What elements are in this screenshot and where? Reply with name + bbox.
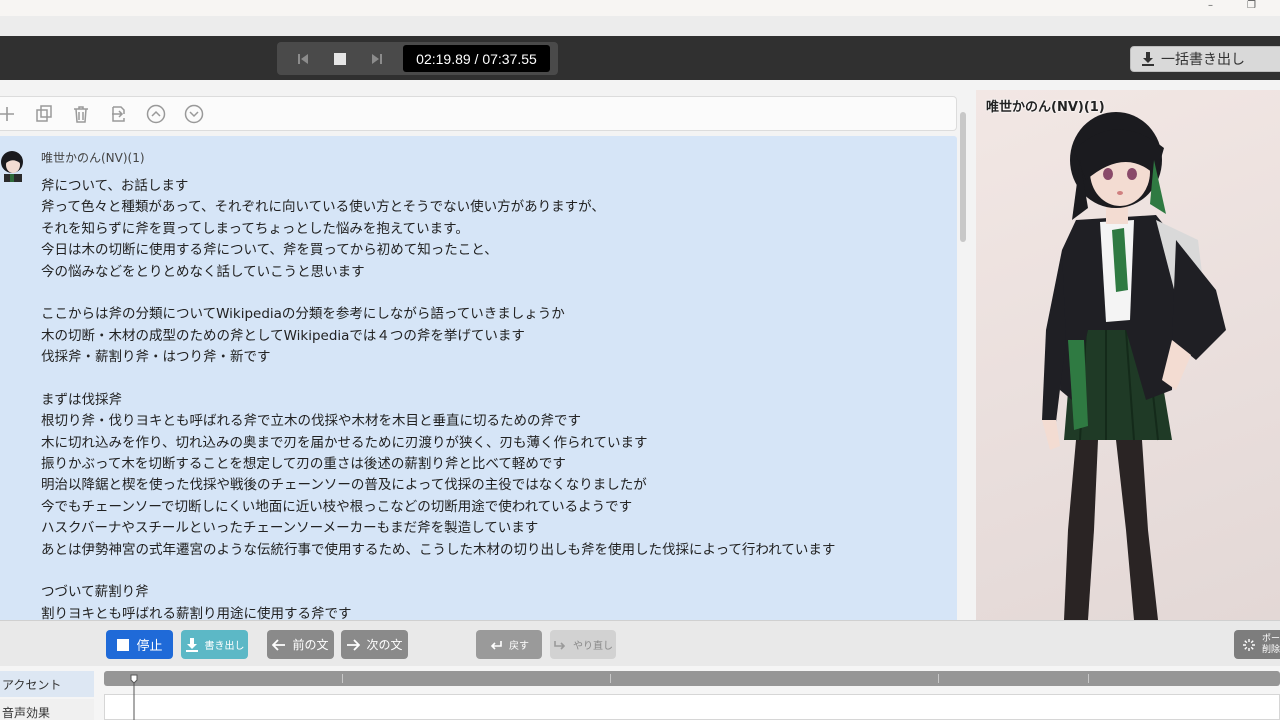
download-icon (185, 637, 198, 652)
minimize-button[interactable]: – (1208, 0, 1213, 11)
pause-delete-button[interactable]: ポー 削除 (1234, 630, 1280, 659)
trash-icon (74, 106, 88, 123)
copy-icon (36, 105, 52, 122)
stop-icon (117, 638, 130, 651)
editor-area: 唯世かのん(NV)(1) 斧について、お話します 斧って色々と種類があって、それぞ… (0, 80, 970, 620)
write-out-button[interactable]: 書き出し (181, 630, 248, 659)
arrow-left-icon (272, 638, 286, 651)
pause-label-line1: ポー (1262, 633, 1280, 644)
export-all-label: 一括書き出し (1161, 52, 1245, 68)
script-line[interactable]: 斧について、お話します (41, 176, 951, 197)
undo-button[interactable]: 戻す (476, 630, 542, 659)
script-lines: 斧について、お話します 斧って色々と種類があって、それぞれに向いている使い方とそう… (41, 176, 951, 620)
editor-scrollbar[interactable] (958, 110, 968, 620)
chevron-up-circle-icon (146, 104, 166, 124)
script-line[interactable]: ここからは斧の分類についてWikipediaの分類を参考にしながら語っていきまし… (41, 304, 951, 325)
script-line[interactable]: 今日は木の切断に使用する斧について、斧を買ってから初めて知ったこと、 (41, 240, 951, 261)
export-all-button[interactable]: 一括書き出し (1130, 46, 1280, 72)
total-time: / 07:37.55 (474, 50, 537, 67)
previous-sentence-label: 前の文 (292, 638, 329, 652)
chevron-down-circle-icon (184, 104, 204, 124)
timeline-tick (1088, 674, 1089, 683)
speaker-name: 唯世かのん(NV)(1) (41, 151, 145, 165)
timeline-tick (938, 674, 939, 683)
transport-controls: 02:19.89 / 07:37.55 (277, 42, 558, 75)
stop-button[interactable] (328, 48, 352, 70)
stop-playback-button[interactable]: 停止 (106, 630, 173, 659)
skip-previous-icon (298, 54, 308, 64)
character-portrait (1042, 112, 1226, 620)
undo-icon (490, 640, 502, 650)
tab-sound-effect[interactable]: 音声効果 (0, 699, 94, 720)
skip-previous-button[interactable] (291, 48, 315, 70)
script-line[interactable]: 明治以降鋸と楔を使った伐採や戦後のチェーンソーの普及によって伐採の主役ではなくな… (41, 475, 951, 496)
timeline-tick (610, 674, 611, 683)
pause-label-line2: 削除 (1262, 644, 1280, 655)
tab-accent[interactable]: アクセント (0, 671, 94, 697)
editor-scroll-thumb[interactable] (960, 112, 966, 242)
replace-icon (112, 106, 125, 122)
previous-sentence-button[interactable]: 前の文 (267, 630, 334, 659)
stop-icon (334, 53, 346, 65)
playback-time: 02:19.89 / 07:37.55 (403, 45, 550, 72)
write-out-label: 書き出し (204, 641, 245, 652)
redo-label: やり直し (573, 641, 613, 652)
move-up-button[interactable] (145, 103, 167, 125)
copy-line-button[interactable] (33, 103, 55, 125)
bottom-toolbar: 停止 書き出し 前の文 次の文 戻す やり直し ポー 削除 (0, 620, 1280, 666)
undo-label: 戻す (509, 641, 529, 652)
redo-button[interactable]: やり直し (550, 630, 616, 659)
character-name: 唯世かのん(NV)(1) (986, 100, 1105, 115)
script-line[interactable]: 木の切断・木材の成型のための斧としてWikipediaでは４つの斧を挙げています (41, 326, 951, 347)
add-line-button[interactable] (0, 103, 18, 125)
script-line[interactable] (41, 283, 951, 304)
editor-icon-bar (0, 96, 957, 131)
speaker-avatar (0, 148, 28, 182)
script-line[interactable]: 斧って色々と種類があって、それぞれに向いている使い方とそうでない使い方があります… (41, 197, 951, 218)
playhead-marker[interactable] (130, 674, 138, 720)
script-line[interactable]: 振りかぶって木を切断することを想定して刃の重さは後述の薪割り斧と比べて軽めです (41, 454, 951, 475)
timeline-ruler[interactable] (104, 671, 1280, 686)
redo-icon (554, 640, 566, 650)
menu-band (0, 16, 1280, 36)
add-icon (0, 107, 14, 121)
window-titlebar: – ❐ (0, 0, 1280, 16)
next-sentence-button[interactable]: 次の文 (341, 630, 408, 659)
script-line[interactable]: 木に切れ込みを作り、切れ込みの奥まで刃を届かせるために刃渡りが狭く、刃も薄く作ら… (41, 433, 951, 454)
accent-track[interactable] (104, 694, 1280, 720)
download-icon (1142, 52, 1154, 66)
script-line[interactable]: 今でもチェーンソーで切断しにくい地面に近い枝や根っこなどの切断用途で使われている… (41, 497, 951, 518)
skip-next-button[interactable] (365, 48, 389, 70)
replace-button[interactable] (108, 103, 130, 125)
timeline-tick (342, 674, 343, 683)
restore-button[interactable]: ❐ (1247, 0, 1256, 11)
current-time: 02:19.89 (416, 50, 471, 67)
move-down-button[interactable] (183, 103, 205, 125)
script-line[interactable] (41, 369, 951, 390)
script-line[interactable]: 伐採斧・薪割り斧・はつり斧・新です (41, 347, 951, 368)
pause-delete-label: ポー 削除 (1262, 634, 1280, 656)
script-line[interactable]: つづいて薪割り斧 (41, 582, 951, 603)
script-line[interactable]: ハスクバーナやスチールといったチェーンソーメーカーもまだ斧を製造しています (41, 518, 951, 539)
stop-label: 停止 (136, 639, 163, 654)
script-line[interactable] (41, 561, 951, 582)
parameter-area: アクセント 音声効果 (0, 666, 1280, 720)
character-panel: 唯世かのん(NV)(1) (976, 90, 1280, 620)
script-line[interactable]: 割りヨキとも呼ばれる薪割り用途に使用する斧です (41, 604, 951, 620)
script-line[interactable]: あとは伊勢神宮の式年遷宮のような伝統行事で使用するため、こうした木材の切り出しも… (41, 540, 951, 561)
script-line[interactable]: 根切り斧・伐りヨキとも呼ばれる斧で立木の伐採や木材を木目と垂直に切るための斧です (41, 411, 951, 432)
arrow-right-icon (347, 638, 361, 651)
next-sentence-label: 次の文 (366, 638, 403, 652)
script-line[interactable]: まずは伐採斧 (41, 390, 951, 411)
parameter-tabs: アクセント 音声効果 (0, 666, 94, 720)
script-line[interactable]: 今の悩みなどをとりとめなく話していこうと思います (41, 262, 951, 283)
spinner-icon (1243, 638, 1255, 651)
top-toolbar: 02:19.89 / 07:37.55 一括書き出し (0, 36, 1280, 80)
delete-line-button[interactable] (70, 103, 92, 125)
script-line[interactable]: それを知らずに斧を買ってしまってちょっとした悩みを抱えています。 (41, 219, 951, 240)
skip-next-icon (372, 54, 382, 64)
text-block[interactable]: 唯世かのん(NV)(1) 斧について、お話します 斧って色々と種類があって、それぞ… (0, 136, 957, 620)
